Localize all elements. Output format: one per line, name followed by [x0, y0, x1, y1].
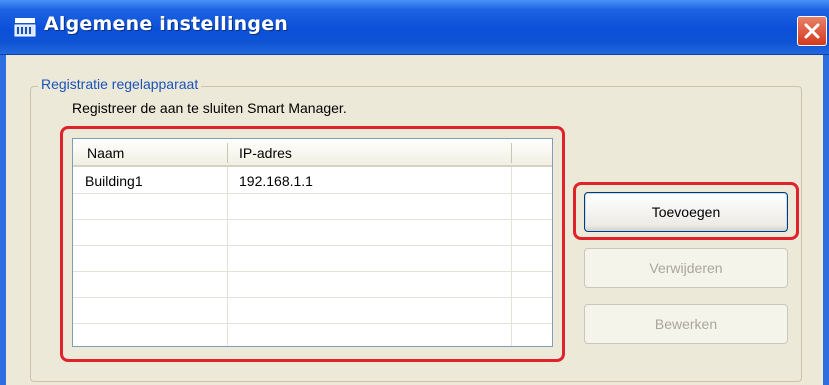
title-bar[interactable]: Algemene instellingen [0, 0, 829, 55]
table-row[interactable] [73, 298, 552, 324]
column-header-ip[interactable]: IP-adres [239, 145, 292, 161]
table-row[interactable] [73, 324, 552, 346]
column-header-name[interactable]: Naam [87, 145, 124, 161]
delete-button[interactable]: Verwijderen [584, 248, 788, 288]
list-header: Naam IP-adres [73, 139, 552, 167]
column-divider[interactable] [511, 143, 512, 163]
table-row[interactable] [73, 220, 552, 246]
device-list[interactable]: Naam IP-adres Building1 192.168.1.1 [72, 138, 553, 347]
close-icon [804, 23, 820, 39]
window-title: Algemene instellingen [44, 13, 289, 35]
add-button[interactable]: Toevoegen [584, 192, 788, 232]
column-divider[interactable] [227, 143, 228, 163]
edit-button[interactable]: Bewerken [584, 304, 788, 344]
row-ip-cell: 192.168.1.1 [239, 173, 313, 189]
group-legend: Registratie regelapparaat [38, 76, 202, 92]
close-button[interactable] [797, 16, 827, 46]
row-name-cell: Building1 [85, 173, 143, 189]
table-row[interactable] [73, 246, 552, 272]
table-row[interactable] [73, 272, 552, 298]
instruction-text: Registreer de aan te sluiten Smart Manag… [72, 100, 347, 116]
table-row[interactable] [73, 194, 552, 220]
table-row[interactable]: Building1 192.168.1.1 [73, 168, 552, 194]
settings-window-icon [14, 18, 36, 37]
